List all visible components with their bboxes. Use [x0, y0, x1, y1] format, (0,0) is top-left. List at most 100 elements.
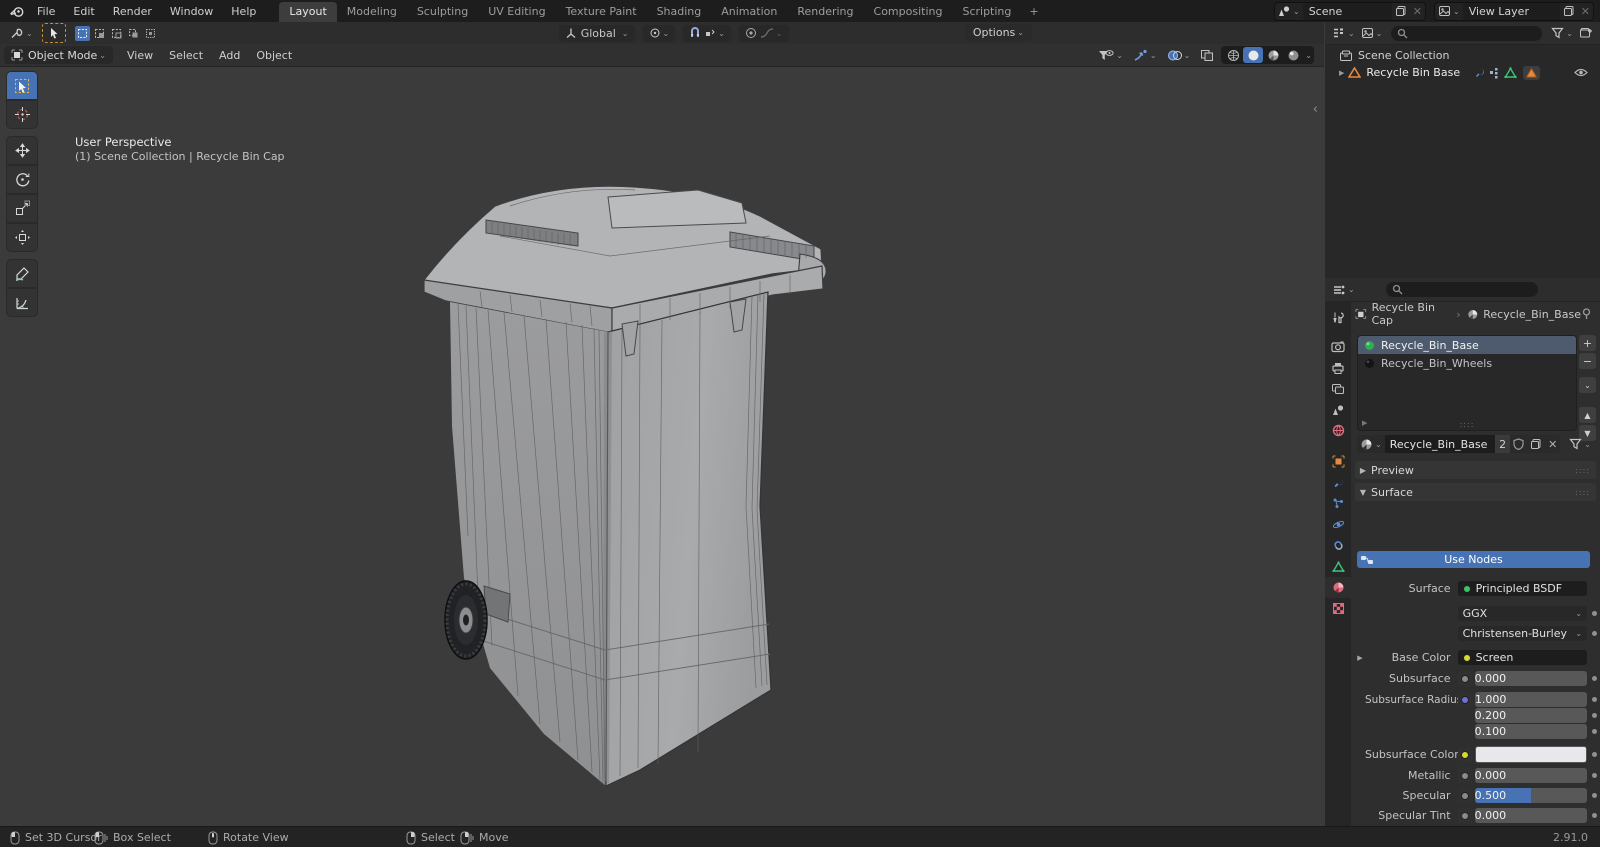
unlink-material-icon[interactable]: ✕	[1545, 435, 1560, 453]
tool-annotate[interactable]	[6, 259, 38, 288]
select-mode-new-icon[interactable]	[75, 26, 90, 41]
topbar-menu[interactable]: Help	[222, 5, 265, 18]
distribution-dropdown[interactable]: GGX ⌄	[1458, 606, 1587, 621]
pin-icon[interactable]	[1581, 308, 1592, 320]
scene-name[interactable]: Scene	[1303, 3, 1392, 20]
users-count-badge[interactable]: 2	[1495, 435, 1510, 453]
workspace-tab[interactable]: Texture Paint	[556, 2, 647, 22]
panel-drag-dots-icon[interactable]: ::::	[1575, 488, 1590, 497]
tab-particles[interactable]	[1325, 493, 1351, 514]
keyframe-dot[interactable]	[1590, 752, 1598, 757]
breadcrumb-object[interactable]: Recycle Bin Cap	[1372, 301, 1451, 327]
specular-slider[interactable]: 0.500	[1475, 788, 1587, 803]
topbar-menu[interactable]: Window	[161, 5, 222, 18]
remove-slot-button[interactable]: −	[1579, 353, 1596, 369]
snapping-toggle[interactable]: ⌄	[683, 25, 731, 42]
material-name-field[interactable]: Recycle_Bin_Base	[1385, 435, 1495, 453]
object-name[interactable]: Recycle Bin Base	[1366, 66, 1460, 79]
subsurface-radius-x[interactable]: 1.000	[1475, 692, 1587, 707]
workspace-tab[interactable]: Sculpting	[407, 2, 478, 22]
outliner-search-input[interactable]	[1391, 26, 1542, 41]
socket-toggle[interactable]	[1458, 747, 1473, 762]
outliner-row-object[interactable]: ▶ Recycle Bin Base	[1325, 64, 1600, 81]
expand-arrow-icon[interactable]: ▶	[1355, 654, 1365, 662]
keyframe-dot[interactable]	[1590, 676, 1598, 681]
options-dropdown[interactable]: Options ⌄	[965, 24, 1032, 41]
modifier-wrench-icon[interactable]	[1474, 67, 1486, 79]
shading-solid-icon[interactable]	[1243, 47, 1263, 63]
tab-scene[interactable]	[1325, 399, 1351, 420]
material-slot[interactable]: Recycle_Bin_Wheels	[1358, 354, 1576, 372]
tab-render[interactable]	[1325, 336, 1351, 357]
properties-search-input[interactable]	[1386, 282, 1538, 297]
remove-view-layer-icon[interactable]: ✕	[1578, 3, 1593, 20]
viewport-menu[interactable]: View	[119, 49, 161, 62]
object-type-visibility-icon[interactable]: ⌄	[1095, 44, 1126, 66]
keyframe-dot[interactable]	[1590, 813, 1598, 818]
resize-grip-icon[interactable]: ::::	[1358, 420, 1576, 429]
workspace-tab[interactable]: Layout	[279, 2, 336, 22]
fake-user-shield-icon[interactable]	[1510, 435, 1527, 453]
tool-transform[interactable]	[6, 223, 38, 252]
keyframe-dot[interactable]	[1590, 729, 1598, 734]
show-overlays-icon[interactable]: ⌄	[1164, 44, 1194, 66]
subsurface-radius-z[interactable]: 0.100	[1475, 724, 1587, 739]
xray-toggle-icon[interactable]	[1197, 44, 1217, 66]
new-view-layer-icon[interactable]	[1560, 3, 1578, 20]
workspace-tab[interactable]: Compositing	[864, 2, 953, 22]
mesh-data-icon[interactable]	[1504, 67, 1517, 79]
socket-toggle[interactable]	[1458, 671, 1473, 686]
subsurface-color-swatch[interactable]	[1475, 746, 1587, 763]
tab-constraints[interactable]	[1325, 535, 1351, 556]
shading-rendered-icon[interactable]	[1283, 47, 1303, 63]
panel-surface[interactable]: ▼ Surface ::::	[1355, 483, 1596, 501]
sidebar-toggle-icon[interactable]: ‹	[1313, 102, 1318, 117]
tab-object[interactable]	[1325, 451, 1351, 472]
workspace-tab[interactable]: UV Editing	[478, 2, 555, 22]
subsurface-radius-y[interactable]: 0.200	[1475, 708, 1587, 723]
view-layer-icon[interactable]: ⌄	[1435, 3, 1463, 20]
keyframe-dot[interactable]	[1590, 713, 1598, 718]
tab-texture[interactable]	[1325, 598, 1351, 619]
move-slot-up-button[interactable]: ▲	[1579, 407, 1596, 423]
transform-orientation-dropdown[interactable]: Global ⌄	[559, 25, 635, 42]
viewport-3d[interactable]: User Perspective (1) Scene Collection | …	[0, 66, 1324, 826]
browse-material-icon[interactable]: ⌄	[1357, 435, 1385, 453]
scene-selector[interactable]: ⌄ Scene ✕	[1274, 2, 1426, 21]
keyframe-dot[interactable]	[1590, 631, 1598, 636]
socket-toggle[interactable]	[1458, 692, 1473, 707]
tab-physics[interactable]	[1325, 514, 1351, 535]
use-nodes-button[interactable]: Use Nodes	[1357, 551, 1590, 568]
specular-tint-slider[interactable]: 0.000	[1475, 808, 1587, 823]
unlink-scene-icon[interactable]: ✕	[1410, 3, 1425, 20]
proportional-editing-toggle[interactable]: ⌄	[739, 25, 789, 42]
select-mode-intersect-icon[interactable]	[143, 26, 158, 41]
keyframe-dot[interactable]	[1590, 611, 1598, 616]
outliner-row-scene-collection[interactable]: Scene Collection	[1325, 47, 1600, 64]
material-filter-icon[interactable]: ⌄	[1566, 435, 1594, 453]
chevron-down-icon[interactable]: ⌄	[1305, 51, 1312, 60]
breadcrumb-material[interactable]: Recycle_Bin_Base	[1483, 308, 1581, 321]
tool-move[interactable]	[6, 136, 38, 165]
surface-shader-field[interactable]: Principled BSDF	[1458, 581, 1587, 596]
visibility-eye-icon[interactable]	[1574, 67, 1588, 78]
tab-modifiers[interactable]	[1325, 472, 1351, 493]
blender-logo-icon[interactable]	[6, 0, 28, 22]
tab-world[interactable]	[1325, 420, 1351, 441]
active-object-badge[interactable]	[1523, 66, 1540, 80]
tab-view-layer[interactable]	[1325, 378, 1351, 399]
subsurface-method-dropdown[interactable]: Christensen-Burley ⌄	[1458, 626, 1587, 641]
workspace-tab[interactable]: Scripting	[952, 2, 1021, 22]
select-mode-extend-icon[interactable]	[92, 26, 107, 41]
collection-name[interactable]: Scene Collection	[1358, 49, 1449, 62]
vertex-groups-icon[interactable]	[1489, 67, 1501, 79]
tool-select-box[interactable]	[6, 71, 38, 100]
tool-cursor[interactable]	[6, 100, 38, 129]
keyframe-dot[interactable]	[1590, 793, 1598, 798]
mode-dropdown[interactable]: Object Mode ⌄	[4, 46, 113, 64]
select-mode-subtract-icon[interactable]	[109, 26, 124, 41]
tab-tool[interactable]	[1325, 307, 1351, 328]
topbar-menu[interactable]: Render	[104, 5, 161, 18]
outliner-display-mode-icon[interactable]: ⌄	[1329, 22, 1358, 44]
pivot-point-dropdown[interactable]: ⌄	[643, 25, 676, 42]
